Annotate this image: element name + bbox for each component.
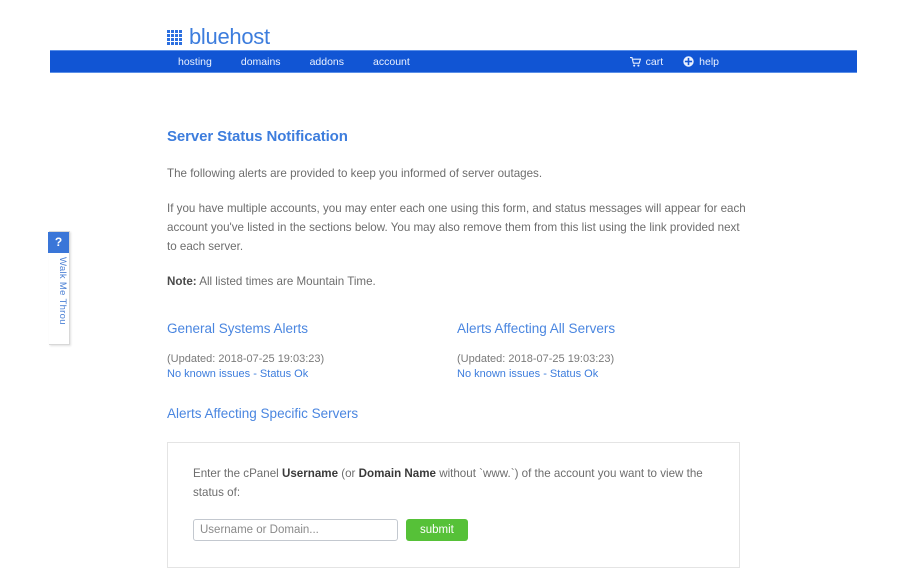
brand-name: bluehost: [189, 24, 270, 49]
nav-item-cart[interactable]: cart: [629, 55, 664, 68]
intro-paragraph-1: The following alerts are provided to kee…: [167, 167, 543, 180]
form-instructions-bold-domain: Domain Name: [358, 467, 436, 480]
note-line: Note: All listed times are Mountain Time…: [167, 272, 747, 291]
grid-icon: [167, 29, 182, 45]
alert-columns: General Systems Alerts (Updated: 2018-07…: [167, 321, 747, 380]
form-row: submit: [193, 519, 714, 541]
nav-utility-links: cart help: [629, 55, 719, 68]
note-text: All listed times are Mountain Time.: [196, 275, 376, 288]
specific-servers-title: Alerts Affecting Specific Servers: [167, 406, 359, 421]
alert-column-general: General Systems Alerts (Updated: 2018-07…: [167, 321, 457, 380]
alert-column-general-status[interactable]: No known issues - Status Ok: [167, 368, 457, 380]
note-label: Note:: [167, 275, 197, 288]
shopping-cart-icon: [629, 56, 641, 67]
nav-primary-links: hosting domains addons account: [178, 56, 410, 68]
nav-item-cart-label: cart: [645, 55, 664, 68]
alert-column-all-servers: Alerts Affecting All Servers (Updated: 2…: [457, 321, 747, 380]
nav-item-account[interactable]: account: [373, 56, 410, 68]
nav-item-help[interactable]: help: [683, 56, 719, 68]
alert-column-general-updated: (Updated: 2018-07-25 19:03:23): [167, 353, 325, 365]
form-instructions: Enter the cPanel Username (or Domain Nam…: [193, 464, 714, 502]
walk-me-through-badge[interactable]: ?: [48, 232, 69, 253]
walk-me-through-label: Walk Me Throu: [57, 257, 68, 325]
nav-item-hosting[interactable]: hosting: [178, 56, 212, 68]
nav-item-help-label: help: [699, 55, 719, 68]
alert-column-all-servers-status[interactable]: No known issues - Status Ok: [457, 368, 747, 380]
help-circle-icon: [683, 56, 694, 67]
nav-item-domains[interactable]: domains: [241, 56, 281, 68]
form-instructions-part1: Enter the cPanel: [193, 467, 282, 480]
username-or-domain-input[interactable]: [193, 519, 398, 541]
page-title: Server Status Notification: [167, 128, 348, 145]
nav-item-addons[interactable]: addons: [310, 56, 344, 68]
form-instructions-part2: (or: [338, 467, 359, 480]
main-navigation-bar: hosting domains addons account cart help: [50, 50, 857, 73]
walk-me-through-tab[interactable]: ? Walk Me Throu: [48, 231, 70, 345]
alert-column-all-servers-title: Alerts Affecting All Servers: [457, 321, 616, 336]
alert-column-general-title: General Systems Alerts: [167, 321, 309, 336]
brand-logo[interactable]: bluehost: [167, 24, 270, 50]
page-content: Server Status Notification The following…: [167, 128, 747, 568]
submit-button[interactable]: submit: [406, 519, 468, 541]
specific-servers-form-card: Enter the cPanel Username (or Domain Nam…: [167, 442, 740, 568]
alert-column-all-servers-updated: (Updated: 2018-07-25 19:03:23): [457, 353, 615, 365]
intro-paragraph-2: If you have multiple accounts, you may e…: [167, 202, 746, 253]
form-instructions-bold-username: Username: [281, 467, 339, 480]
